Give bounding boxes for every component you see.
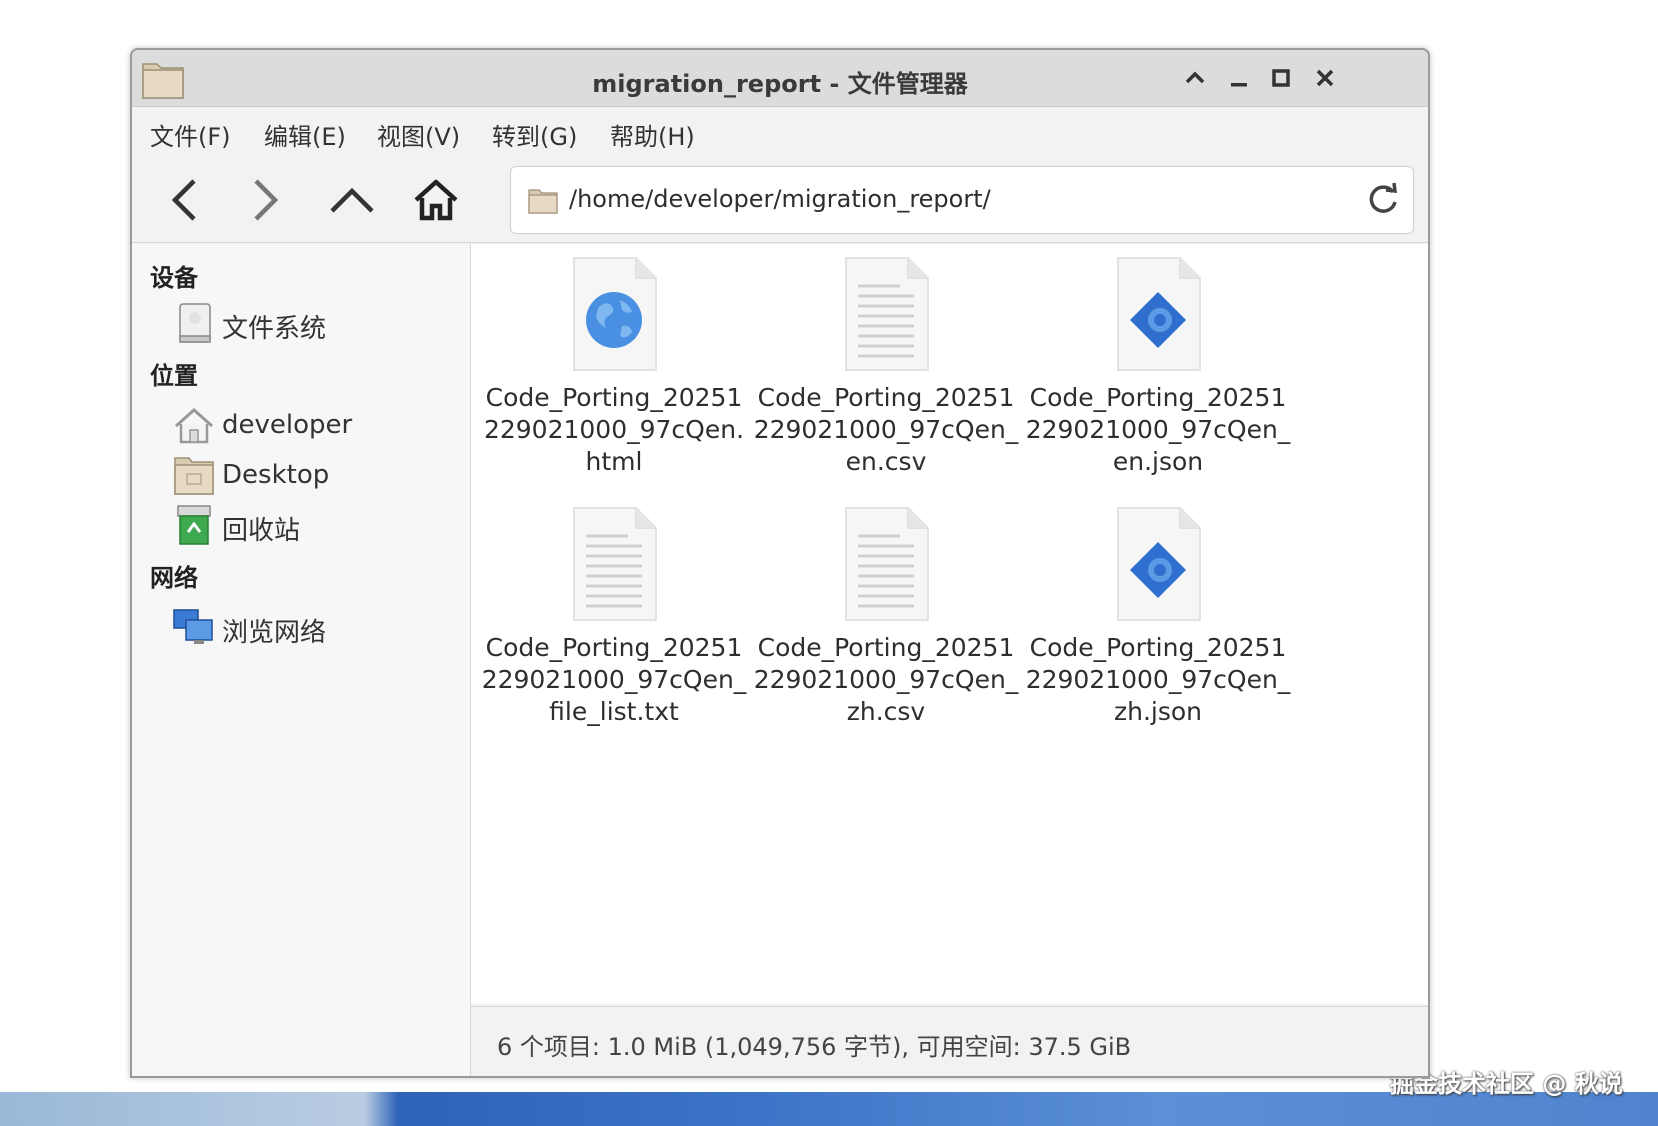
sidebar-item-label: 文件系统 [222,314,327,344]
reload-icon [1369,182,1398,213]
shade-button[interactable] [1178,62,1212,94]
file-name: Code_Porting_20251229021000_97cQen_zh.cs… [753,633,1019,726]
file-name: Code_Porting_20251229021000_97cQen_en.cs… [753,383,1019,476]
statusbar: 6 个项目: 1.0 MiB (1,049,756 字节), 可用空间: 37.… [471,1006,1428,1076]
file-manager-window: migration_report - 文件管理器 文件(F) 编辑(E) 视图(… [130,48,1430,1078]
menubar: 文件(F) 编辑(E) 视图(V) 转到(G) 帮助(H) [132,107,1428,155]
menu-go[interactable]: 转到(G) [492,117,577,152]
sidebar-item-label: 回收站 [222,516,301,546]
sidebar-item-desktop[interactable]: Desktop [162,452,452,498]
json-file-icon [1117,507,1201,621]
sidebar-item-label: developer [222,410,353,440]
toolbar [132,156,1428,243]
text-file-icon [573,507,657,621]
close-icon [1316,69,1334,87]
menu-help[interactable]: 帮助(H) [610,117,695,152]
home-icon [414,179,458,221]
file-item[interactable]: Code_Porting_20251229021000_97cQen_file_… [479,506,749,736]
drive-icon [179,303,211,343]
location-bar[interactable] [510,166,1414,234]
chevron-up-icon [330,187,374,213]
section-network: 网络 [150,564,198,592]
status-text: 6 个项目: 1.0 MiB (1,049,756 字节), 可用空间: 37.… [497,1033,1132,1061]
sidebar-item-label: 浏览网络 [222,618,327,648]
back-button[interactable] [154,170,214,230]
menu-edit[interactable]: 编辑(E) [264,117,346,152]
home-folder-icon [175,407,213,444]
menu-file[interactable]: 文件(F) [150,117,231,152]
text-file-icon [845,257,929,371]
file-name: Code_Porting_20251229021000_97cQen_file_… [481,633,747,726]
path-input[interactable] [569,181,1329,217]
file-view[interactable]: Code_Porting_20251229021000_97cQen.html … [471,244,1428,1004]
home-button[interactable] [406,170,466,230]
file-name: Code_Porting_20251229021000_97cQen_zh.js… [1025,633,1291,726]
text-file-icon [845,507,929,621]
sidebar-item-filesystem[interactable]: 文件系统 [162,300,452,346]
sidebar-item-developer[interactable]: developer [162,402,452,448]
reload-button[interactable] [1363,179,1403,219]
chevron-up-icon [1185,71,1205,84]
sidebar-item-network[interactable]: 浏览网络 [162,604,452,650]
sidebar: 设备 文件系统 位置 developer Desktop 回收站 网络 浏览网络 [132,244,471,1076]
sidebar-item-label: Desktop [222,460,330,490]
up-button[interactable] [322,170,382,230]
file-name: Code_Porting_20251229021000_97cQen_en.js… [1025,383,1291,476]
file-item[interactable]: Code_Porting_20251229021000_97cQen_zh.js… [1023,506,1293,736]
minimize-icon [1231,83,1247,87]
file-item[interactable]: Code_Porting_20251229021000_97cQen_zh.cs… [751,506,1021,736]
minimize-button[interactable] [1222,62,1256,94]
forward-button[interactable] [236,170,296,230]
folder-icon [528,189,558,214]
section-places: 位置 [150,362,198,390]
file-name: Code_Porting_20251229021000_97cQen.html [483,383,745,476]
titlebar[interactable]: migration_report - 文件管理器 [132,50,1428,107]
trash-icon [177,505,211,545]
close-button[interactable] [1308,62,1342,94]
desktop-folder-icon [174,457,214,495]
file-item[interactable]: Code_Porting_20251229021000_97cQen_en.js… [1023,256,1293,486]
file-item[interactable]: Code_Porting_20251229021000_97cQen_en.cs… [751,256,1021,486]
network-icon [173,609,213,644]
chevron-left-icon [171,179,196,221]
html-file-icon [573,257,657,371]
sidebar-item-trash[interactable]: 回收站 [162,502,452,548]
menu-view[interactable]: 视图(V) [377,117,460,152]
maximize-button[interactable] [1264,62,1298,94]
section-devices: 设备 [150,264,198,292]
file-item[interactable]: Code_Porting_20251229021000_97cQen.html [479,256,749,486]
json-file-icon [1117,257,1201,371]
chevron-right-icon [254,179,279,221]
maximize-icon [1272,69,1290,87]
